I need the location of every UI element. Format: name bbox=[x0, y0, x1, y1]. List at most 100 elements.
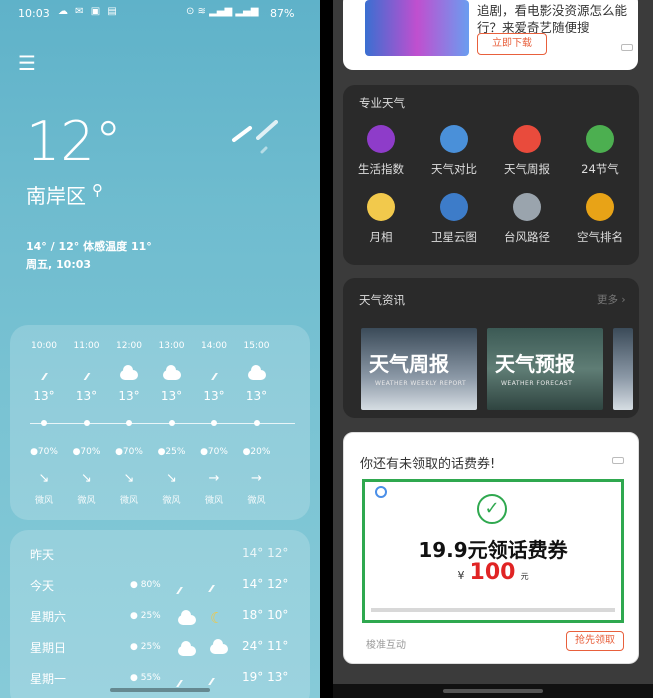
raindrop-icon: ● bbox=[115, 447, 123, 457]
hourly-time: 12:00 bbox=[116, 341, 142, 351]
date-time: 周五, 10:03 bbox=[26, 258, 92, 271]
pro-item-label: 天气对比 bbox=[431, 162, 477, 176]
weather-news-card: 天气资讯 更多 › 天气周报 WEATHER WEEKLY REPORT 天气预… bbox=[343, 278, 639, 418]
daily-day: 今天 bbox=[30, 579, 55, 593]
hourly-rain: 70% bbox=[80, 447, 101, 457]
news-item-title: 天气预报 bbox=[495, 352, 575, 376]
hourly-temp: 13° bbox=[75, 389, 98, 403]
news-item-partial[interactable] bbox=[613, 328, 633, 410]
daily-day: 昨天 bbox=[30, 548, 55, 562]
daily-day: 星期六 bbox=[30, 610, 67, 624]
daily-temps: 14° 12° bbox=[242, 577, 289, 591]
pro-weather-title: 专业天气 bbox=[359, 96, 405, 110]
notification-icons: ☁ ✉ ▣ ▤ bbox=[58, 6, 119, 17]
coupon-ad-card[interactable]: 你还有未领取的话费券! ✓ 19.9元领话费券 ¥ 100 元 梭准互动 抢先领… bbox=[343, 432, 639, 664]
moon-icon: ☾ bbox=[210, 609, 224, 627]
hourly-wind: 微风 bbox=[119, 496, 138, 506]
daily-row[interactable]: 星期六 ● 25% ☾ 18° 10° bbox=[10, 606, 310, 630]
pro-item-label: 卫星云图 bbox=[431, 230, 477, 244]
hourly-rain: 25% bbox=[165, 447, 186, 457]
daily-temps: 19° 13° bbox=[242, 670, 289, 684]
moon-icon bbox=[367, 193, 395, 221]
chevron-right-icon: › bbox=[621, 294, 626, 306]
daily-rain: 25% bbox=[140, 642, 161, 652]
coupon-heading: 你还有未领取的话费券! bbox=[360, 457, 496, 472]
coupon-amount: 100 bbox=[469, 560, 516, 585]
calendar-icon bbox=[513, 125, 541, 153]
hourly-rain: 20% bbox=[250, 447, 271, 457]
ad-image bbox=[365, 0, 469, 56]
cloud-icon bbox=[178, 610, 196, 625]
battery-level: 87% bbox=[270, 7, 295, 20]
menu-icon[interactable]: ☰ bbox=[18, 53, 36, 73]
daily-rain: 25% bbox=[140, 611, 161, 621]
ad-close-icon[interactable] bbox=[612, 457, 624, 464]
hourly-wind: 微风 bbox=[34, 496, 53, 506]
coupon-title: 19.9元领话费券 bbox=[418, 538, 568, 562]
news-more-link[interactable]: 更多 › bbox=[597, 292, 626, 307]
wind-direction-icon: ↘ bbox=[123, 471, 135, 486]
raindrop-icon: ● bbox=[200, 447, 208, 457]
hourly-rain: 70% bbox=[207, 447, 228, 457]
location-name[interactable]: 南岸区 bbox=[26, 180, 86, 209]
hourly-rain: 70% bbox=[37, 447, 58, 457]
coupon-fineprint bbox=[371, 608, 615, 612]
pro-item-map-pin[interactable]: 天气对比 bbox=[418, 125, 490, 177]
home-indicator bbox=[443, 689, 543, 693]
pro-item-calendar[interactable]: 天气周报 bbox=[491, 125, 563, 177]
news-item-forecast[interactable]: 天气预报 WEATHER FORECAST bbox=[487, 328, 603, 410]
raindrop-icon: ● bbox=[130, 673, 141, 683]
daily-temps: 18° 10° bbox=[242, 608, 289, 622]
pro-item-tornado[interactable]: 台风路径 bbox=[491, 193, 563, 245]
hourly-wind: 微风 bbox=[204, 496, 223, 506]
daily-forecast-list[interactable]: 昨天 14° 12° 今天 ● 80% ⁄⁄⁄ ⁄⁄⁄ 14° 12° 星期六 ● 25% ☾ 18… bbox=[10, 530, 310, 698]
app-ad-card[interactable]: 追剧，看电影没资源怎么能 行？来爱奇艺随便搜 立即下载 bbox=[343, 0, 638, 70]
news-item-subtitle: WEATHER WEEKLY REPORT bbox=[375, 380, 467, 387]
pro-item-moon[interactable]: 月相 bbox=[345, 193, 417, 245]
weather-services-panel: 追剧，看电影没资源怎么能 行？来爱奇艺随便搜 立即下载 专业天气 生活指数 天气对… bbox=[333, 0, 653, 698]
home-indicator bbox=[110, 688, 210, 692]
daily-row[interactable]: 昨天 14° 12° bbox=[10, 544, 310, 568]
pro-item-trophy[interactable]: 空气排名 bbox=[564, 193, 636, 245]
location-pin-icon: ⚲ bbox=[92, 181, 103, 199]
wind-direction-icon: → bbox=[251, 471, 262, 486]
temp-range-feels: 14° / 12° 体感温度 11° bbox=[26, 240, 152, 253]
ad-close-icon[interactable] bbox=[621, 44, 633, 51]
daily-temps: 14° 12° bbox=[242, 546, 289, 560]
cloud-icon bbox=[162, 365, 181, 380]
daily-row[interactable]: 今天 ● 80% ⁄⁄⁄ ⁄⁄⁄ 14° 12° bbox=[10, 575, 310, 599]
hourly-wind: 微风 bbox=[77, 496, 96, 506]
pro-item-label: 月相 bbox=[369, 230, 393, 244]
claim-coupon-button[interactable]: 抢先领取 bbox=[566, 631, 624, 651]
current-temperature: 12° bbox=[26, 110, 122, 173]
wind-direction-icon: ↘ bbox=[38, 471, 50, 486]
cloud-icon bbox=[120, 365, 138, 380]
hourly-temp: 13° bbox=[118, 389, 140, 403]
coupon-banner[interactable]: ✓ 19.9元领话费券 ¥ 100 元 bbox=[362, 479, 624, 623]
map-pin-icon bbox=[440, 125, 468, 153]
raindrop-icon: ● bbox=[130, 611, 141, 621]
daily-rain: 80% bbox=[140, 580, 161, 590]
pro-weather-card: 专业天气 生活指数 天气对比 天气周报 24节气月相 卫星云图 台风路径 空气排名 bbox=[343, 85, 639, 265]
coupon-amount-row: ¥ 100 元 bbox=[365, 560, 621, 585]
raindrop-icon: ● bbox=[130, 642, 141, 652]
daily-row[interactable]: 星期日 ● 25% 24° 11° bbox=[10, 637, 310, 661]
download-button[interactable]: 立即下载 bbox=[477, 33, 547, 55]
drizzle-icon: ⁄⁄⁄ bbox=[85, 372, 88, 383]
hourly-temp-line bbox=[30, 423, 295, 424]
daily-day: 星期一 bbox=[30, 672, 67, 686]
news-item-weekly[interactable]: 天气周报 WEATHER WEEKLY REPORT bbox=[361, 328, 477, 410]
hourly-temp: 13° bbox=[203, 389, 225, 403]
hourly-time: 11:00 bbox=[73, 341, 100, 351]
cloud-icon bbox=[247, 365, 266, 380]
coupon-unit: 元 bbox=[520, 572, 529, 581]
pro-item-tshirt[interactable]: 生活指数 bbox=[345, 125, 417, 177]
pro-item-leaf[interactable]: 24节气 bbox=[564, 125, 636, 177]
drizzle-icon: ⁄⁄⁄ bbox=[178, 586, 181, 597]
news-item-title: 天气周报 bbox=[369, 352, 449, 376]
drizzle-icon: ⁄⁄⁄ bbox=[42, 372, 46, 383]
hourly-temp: 13° bbox=[160, 389, 183, 403]
weather-main-panel: 10:03 ☁ ✉ ▣ ▤ ⊙ ≋ ▂▄▆ ▂▄▆ 87% ☰ 12° 南岸区 … bbox=[0, 0, 320, 698]
pro-item-satellite[interactable]: 卫星云图 bbox=[418, 193, 490, 245]
drizzle-weather-icon bbox=[232, 120, 278, 154]
